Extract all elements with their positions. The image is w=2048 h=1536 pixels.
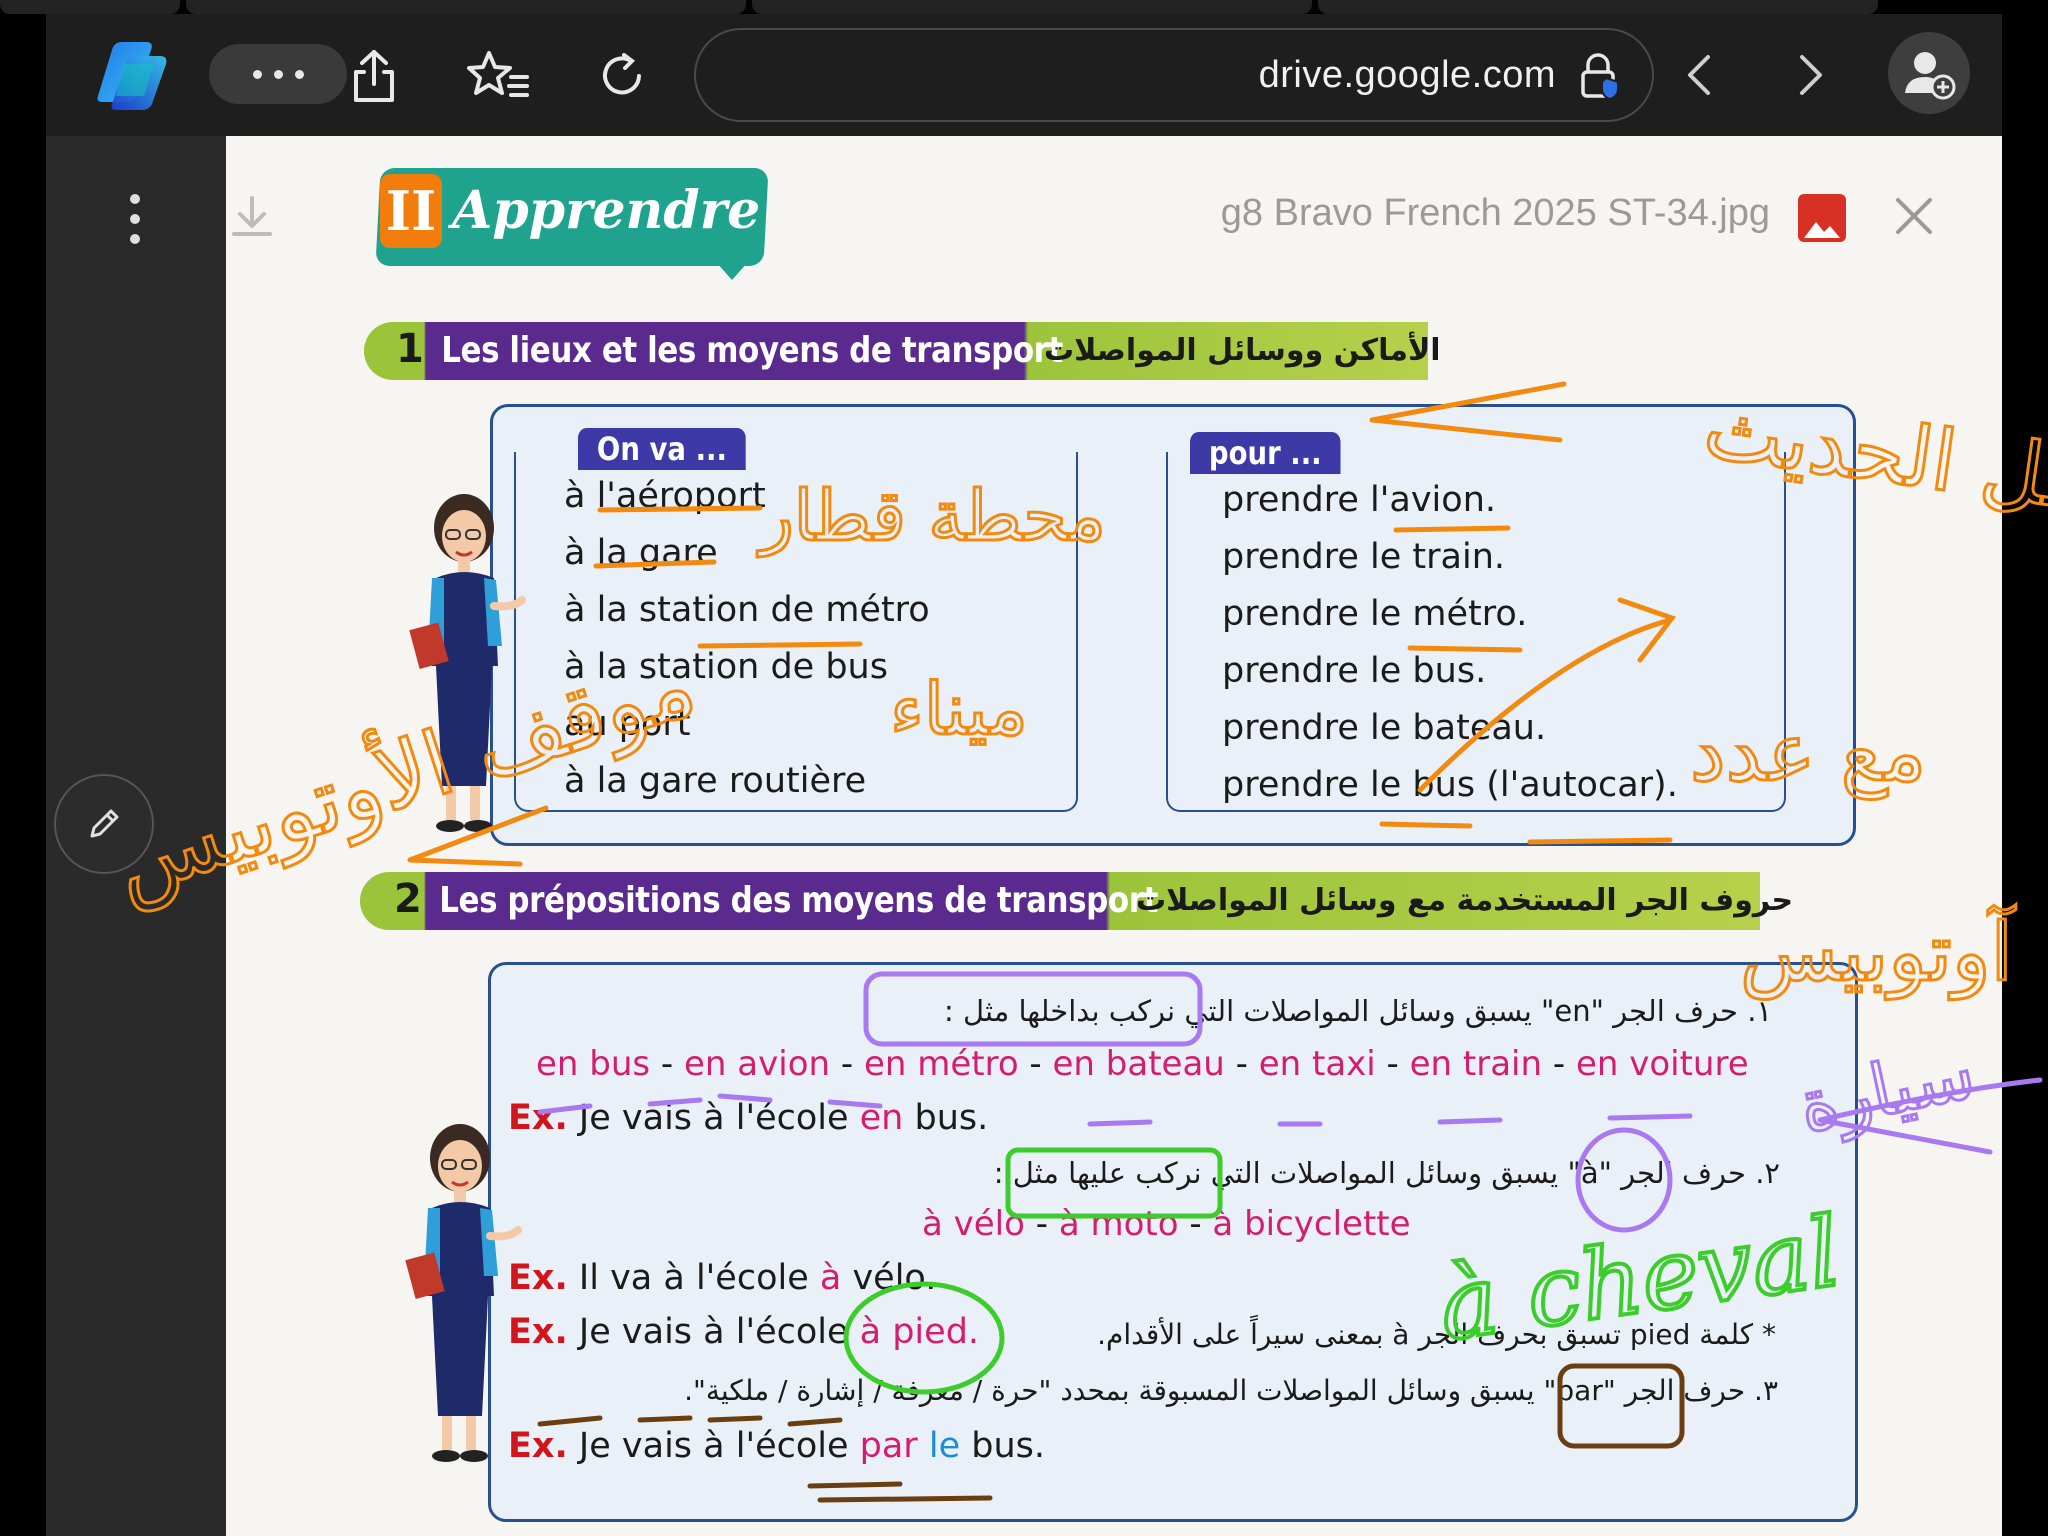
place-line: à la gare — [564, 533, 718, 573]
place-line: à l'aéroport — [564, 476, 766, 516]
forward-icon[interactable] — [1786, 50, 1836, 100]
example-2: Ex. Il va à l'école à vélo. — [508, 1258, 937, 1298]
tab-strip — [0, 0, 2048, 14]
tab-ghost[interactable] — [1318, 0, 1878, 14]
copilot-logo-icon[interactable] — [90, 36, 176, 112]
section-1-header: 1 Les lieux et les moyens de transport ا… — [364, 322, 1441, 380]
section-title-ar: حروف الجر المستخدمة مع وسائل المواصلات — [1136, 883, 1794, 918]
transport-line: prendre le bus (l'autocar). — [1222, 765, 1678, 805]
transport-line: prendre le bus. — [1222, 651, 1487, 691]
close-icon[interactable] — [1890, 192, 1938, 240]
place-line: à la station de bus — [564, 647, 888, 687]
file-name: g8 Bravo French 2025 ST-34.jpg — [1220, 192, 1770, 234]
favorites-icon[interactable] — [466, 48, 530, 104]
tab-ghost[interactable] — [186, 0, 746, 14]
pencil-edit-button[interactable] — [54, 774, 154, 874]
lock-icon[interactable] — [1578, 52, 1622, 101]
share-icon[interactable] — [346, 46, 402, 106]
example-1: Ex. Je vais à l'école en bus. — [508, 1098, 989, 1138]
lesson-badge-tail — [716, 262, 748, 280]
rule-1: ١. حرف الجر "en" يسبق وسائل المواصلات ال… — [944, 994, 1772, 1028]
example-4: Ex. Je vais à l'école par le bus. — [508, 1426, 1045, 1466]
lesson-number: II — [380, 174, 442, 248]
section-2-header: 2 Les prépositions des moyens de transpo… — [360, 872, 1793, 930]
teacher-illustration — [409, 494, 526, 832]
address-bar[interactable]: drive.google.com — [694, 28, 1654, 122]
file-viewer: g8 Bravo French 2025 ST-34.jpg II Appren… — [46, 136, 2002, 1536]
rule-3: ٣. حرف الجر "par" يسبق وسائل المواصلات ا… — [684, 1374, 1778, 1407]
transport-line: prendre le train. — [1222, 537, 1506, 577]
profile-icon[interactable] — [1888, 32, 1970, 114]
example-3: Ex. Je vais à l'école à pied. — [508, 1312, 980, 1352]
tag-on-va: On va ... — [578, 428, 746, 470]
place-line: à la gare routière — [564, 761, 867, 801]
image-page: g8 Bravo French 2025 ST-34.jpg II Appren… — [226, 136, 2002, 1536]
section-number: 1 — [396, 326, 424, 372]
section-title-fr: Les prépositions des moyens de transport — [439, 880, 1158, 921]
tag-pour: pour ... — [1190, 432, 1341, 474]
tab-ghost[interactable] — [752, 0, 1312, 14]
note-pied: * كلمة pied تسبق بحرف الجر à بمعنى سيراً… — [1097, 1318, 1776, 1351]
browser-toolbar: drive.google.com — [46, 14, 2002, 136]
tab-ghost[interactable] — [0, 0, 180, 14]
place-line: au port — [564, 704, 691, 744]
kebab-menu-icon[interactable] — [120, 194, 150, 244]
transport-line: prendre le métro. — [1222, 594, 1528, 634]
refresh-icon[interactable] — [594, 48, 650, 104]
place-line: à la station de métro — [564, 590, 930, 630]
rule-1-examples: en bus - en avion - en métro - en bateau… — [536, 1044, 1749, 1084]
section-number: 2 — [394, 876, 422, 922]
more-button[interactable] — [209, 44, 347, 104]
section-title-ar: الأماكن ووسائل المواصلات — [1044, 333, 1441, 368]
image-file-icon — [1798, 194, 1846, 242]
rule-2: ٢. حرف الجر "à" يسبق وسائل المواصلات الت… — [993, 1156, 1780, 1190]
transport-line: prendre l'avion. — [1222, 480, 1497, 520]
section-title-fr: Les lieux et les moyens de transport — [441, 330, 1063, 371]
transport-line: prendre le bateau. — [1222, 708, 1547, 748]
teacher-illustration — [405, 1124, 522, 1462]
rule-2-examples: à vélo - à moto - à bicyclette — [922, 1204, 1411, 1244]
url-text: drive.google.com — [1258, 54, 1556, 96]
download-icon[interactable] — [226, 192, 278, 244]
lesson-title: Apprendre — [452, 180, 761, 241]
back-icon[interactable] — [1674, 50, 1724, 100]
